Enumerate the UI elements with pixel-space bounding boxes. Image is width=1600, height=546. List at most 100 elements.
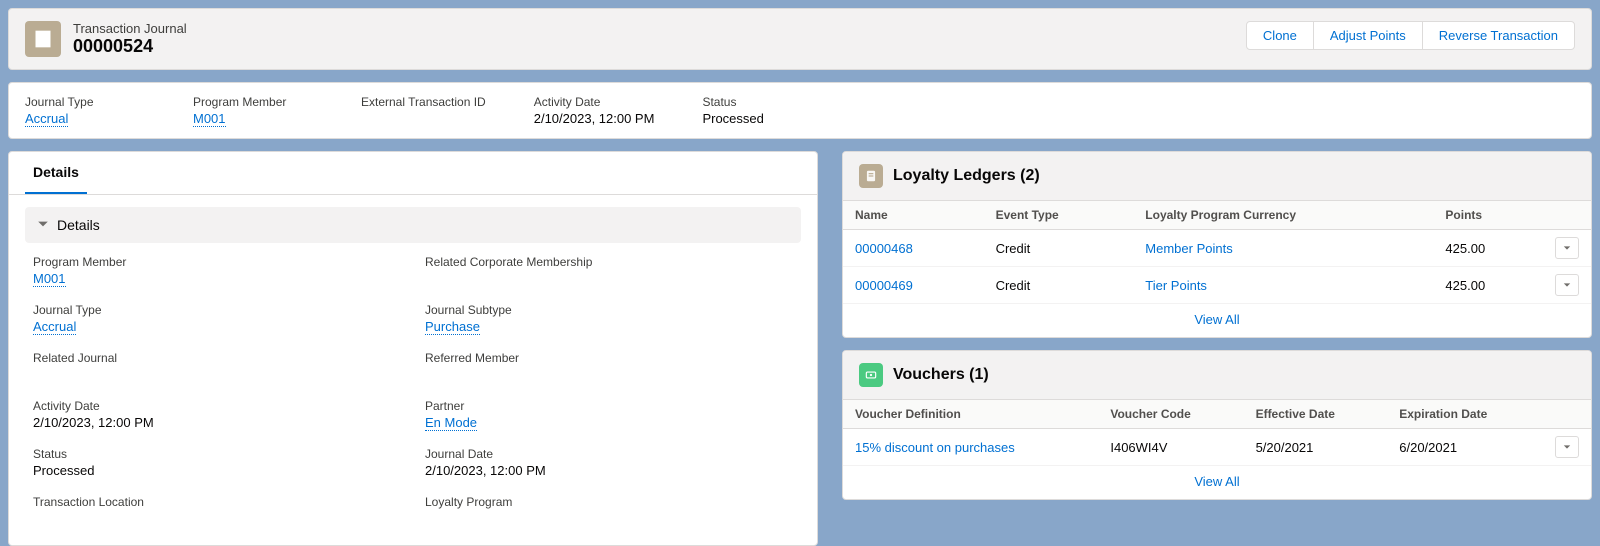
field-label: Related Corporate Membership (425, 255, 793, 269)
row-action-button[interactable] (1555, 237, 1579, 259)
vouchers-title: Vouchers (1) (893, 366, 989, 384)
hl-label: External Transaction ID (361, 95, 486, 109)
hl-value: 2/10/2023, 12:00 PM (534, 111, 655, 126)
hl-journal-type: Journal Type Accrual (25, 95, 145, 126)
hl-program-member: Program Member M001 (193, 95, 313, 126)
hl-label: Program Member (193, 95, 313, 109)
hl-label: Journal Type (25, 95, 145, 109)
cell-points: 425.00 (1433, 230, 1543, 267)
vouchers-card: Vouchers (1) Voucher Definition Voucher … (842, 350, 1592, 500)
record-labels: Transaction Journal 00000524 (73, 21, 187, 57)
col-points: Points (1433, 201, 1543, 230)
field-label: Activity Date (33, 399, 401, 413)
record-header-left: Transaction Journal 00000524 (25, 21, 187, 57)
col-eff-date: Effective Date (1244, 400, 1388, 429)
field-referred-member: Referred Member (425, 351, 793, 385)
hl-activity-date: Activity Date 2/10/2023, 12:00 PM (534, 95, 655, 126)
field-journal-type: Journal Type Accrual (33, 303, 401, 337)
loyalty-ledgers-header: Loyalty Ledgers (2) (843, 152, 1591, 201)
table-row: 00000469 Credit Tier Points 425.00 (843, 267, 1591, 304)
adjust-points-button[interactable]: Adjust Points (1313, 21, 1423, 50)
field-label: Journal Date (425, 447, 793, 461)
cell-event-type: Credit (984, 230, 1134, 267)
voucher-def-link[interactable]: 15% discount on purchases (855, 440, 1015, 455)
field-value (425, 511, 793, 529)
field-activity-date: Activity Date 2/10/2023, 12:00 PM (33, 399, 401, 433)
detail-grid: Program Member M001 Related Corporate Me… (9, 251, 817, 545)
tab-details[interactable]: Details (25, 152, 87, 194)
field-value (425, 367, 793, 385)
highlights-panel: Journal Type Accrual Program Member M001… (8, 82, 1592, 139)
row-action-button[interactable] (1555, 436, 1579, 458)
field-value (425, 271, 793, 289)
hl-value: Processed (702, 111, 822, 126)
field-value (33, 511, 401, 529)
field-journal-subtype: Journal Subtype Purchase (425, 303, 793, 337)
table-row: 00000468 Credit Member Points 425.00 (843, 230, 1591, 267)
field-partner: Partner En Mode (425, 399, 793, 433)
view-all-vouchers-link[interactable]: View All (1194, 474, 1239, 489)
record-header: Transaction Journal 00000524 Clone Adjus… (8, 8, 1592, 70)
field-value: Processed (33, 463, 401, 481)
voucher-icon (859, 363, 883, 387)
content-columns: Details Details Program Member M001 Rela… (8, 151, 1592, 546)
field-label: Related Journal (33, 351, 401, 365)
clone-button[interactable]: Clone (1246, 21, 1314, 50)
view-all-ledgers-link[interactable]: View All (1194, 312, 1239, 327)
tabs: Details (9, 152, 817, 195)
field-label: Loyalty Program (425, 495, 793, 509)
reverse-transaction-button[interactable]: Reverse Transaction (1422, 21, 1575, 50)
loyalty-ledgers-title: Loyalty Ledgers (2) (893, 167, 1040, 185)
table-row: 15% discount on purchases I406WI4V 5/20/… (843, 429, 1591, 466)
field-status: Status Processed (33, 447, 401, 481)
partner-link[interactable]: En Mode (425, 415, 477, 431)
cell-exp-date: 6/20/2021 (1387, 429, 1543, 466)
chevron-down-icon (37, 218, 49, 233)
col-exp-date: Expiration Date (1387, 400, 1543, 429)
field-value: 2/10/2023, 12:00 PM (425, 463, 793, 481)
ledger-name-link[interactable]: 00000468 (855, 241, 913, 256)
loyalty-ledgers-card: Loyalty Ledgers (2) Name Event Type Loya… (842, 151, 1592, 338)
field-related-journal: Related Journal (33, 351, 401, 385)
field-journal-date: Journal Date 2/10/2023, 12:00 PM (425, 447, 793, 481)
field-label: Journal Type (33, 303, 401, 317)
hl-label: Status (702, 95, 822, 109)
field-label: Program Member (33, 255, 401, 269)
related-column: Loyalty Ledgers (2) Name Event Type Loya… (842, 151, 1592, 500)
cell-points: 425.00 (1433, 267, 1543, 304)
cell-eff-date: 5/20/2021 (1244, 429, 1388, 466)
journal-type-link[interactable]: Accrual (33, 319, 76, 335)
field-loyalty-program: Loyalty Program (425, 495, 793, 529)
program-member-link[interactable]: M001 (33, 271, 66, 287)
col-name: Name (843, 201, 984, 230)
col-voucher-code: Voucher Code (1098, 400, 1243, 429)
hl-external-txn: External Transaction ID (361, 95, 486, 126)
col-currency: Loyalty Program Currency (1133, 201, 1433, 230)
field-label: Status (33, 447, 401, 461)
section-toggle-details[interactable]: Details (25, 207, 801, 243)
journal-icon (25, 21, 61, 57)
hl-label: Activity Date (534, 95, 655, 109)
row-action-button[interactable] (1555, 274, 1579, 296)
field-value: 2/10/2023, 12:00 PM (33, 415, 401, 433)
vouchers-header: Vouchers (1) (843, 351, 1591, 400)
details-card: Details Details Program Member M001 Rela… (8, 151, 818, 546)
section-title: Details (57, 217, 100, 233)
field-label: Referred Member (425, 351, 793, 365)
field-label: Journal Subtype (425, 303, 793, 317)
field-program-member: Program Member M001 (33, 255, 401, 289)
col-voucher-def: Voucher Definition (843, 400, 1098, 429)
program-member-link[interactable]: M001 (193, 111, 226, 127)
ledger-currency-link[interactable]: Tier Points (1145, 278, 1207, 293)
record-actions: Clone Adjust Points Reverse Transaction (1246, 21, 1575, 50)
cell-voucher-code: I406WI4V (1098, 429, 1243, 466)
journal-type-link[interactable]: Accrual (25, 111, 68, 127)
field-label: Transaction Location (33, 495, 401, 509)
col-event-type: Event Type (984, 201, 1134, 230)
cell-event-type: Credit (984, 267, 1134, 304)
object-label: Transaction Journal (73, 21, 187, 36)
journal-subtype-link[interactable]: Purchase (425, 319, 480, 335)
ledger-name-link[interactable]: 00000469 (855, 278, 913, 293)
ledger-currency-link[interactable]: Member Points (1145, 241, 1232, 256)
field-label: Partner (425, 399, 793, 413)
